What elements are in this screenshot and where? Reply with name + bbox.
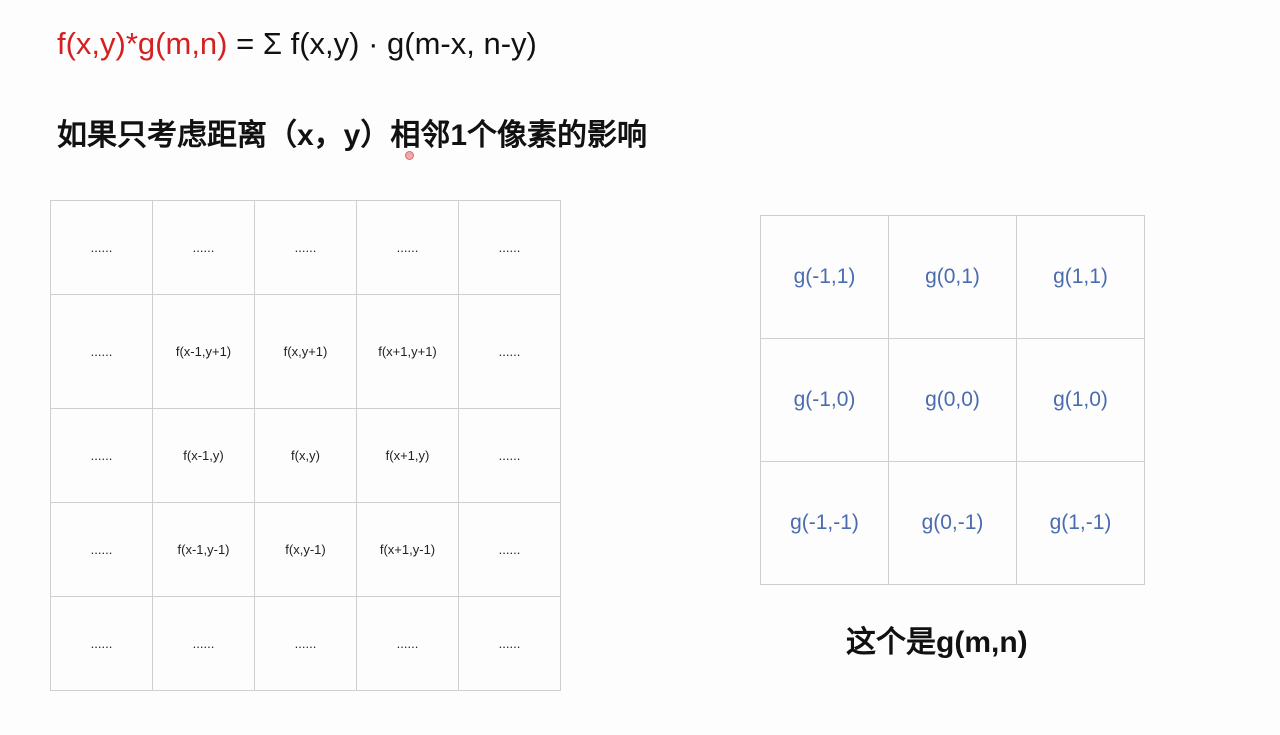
- g-kernel-grid: g(-1,1) g(0,1) g(1,1) g(-1,0) g(0,0) g(1,0) g(…: [760, 215, 1145, 585]
- grid-cell: g(0,0): [888, 338, 1017, 462]
- grid-cell: g(1,1): [1016, 215, 1145, 339]
- grid-cell: g(1,0): [1016, 338, 1145, 462]
- grid-cell: ......: [152, 596, 255, 691]
- grid-cell: ......: [50, 408, 153, 503]
- grid-cell: ......: [458, 200, 561, 295]
- convolution-formula: f(x,y)*g(m,n) = Σ f(x,y) · g(m-x, n-y): [57, 26, 537, 62]
- grid-cell: g(1,-1): [1016, 461, 1145, 585]
- subtitle: 如果只考虑距离（x，y）相邻1个像素的影响: [57, 119, 648, 152]
- grid-cell: ......: [254, 596, 357, 691]
- formula-lhs: f(x,y)*g(m,n): [57, 26, 228, 61]
- cursor-pointer-dot: [405, 151, 414, 160]
- grid-cell: ......: [458, 408, 561, 503]
- grid-cell: f(x-1,y-1): [152, 502, 255, 597]
- grid-cell: g(-1,1): [760, 215, 889, 339]
- grid-cell: f(x+1,y): [356, 408, 459, 503]
- grid-row: g(-1,1) g(0,1) g(1,1): [760, 215, 1145, 339]
- grid-cell: f(x+1,y+1): [356, 294, 459, 409]
- grid-row: ..............................: [50, 596, 561, 691]
- grid-cell: ......: [50, 596, 153, 691]
- grid-row: ...... f(x-1,y+1) f(x,y+1) f(x+1,y+1)......: [50, 294, 561, 409]
- grid-row: g(-1,-1) g(0,-1) g(1,-1): [760, 461, 1145, 585]
- grid-cell: f(x,y+1): [254, 294, 357, 409]
- grid-cell: g(0,1): [888, 215, 1017, 339]
- grid-cell: g(0,-1): [888, 461, 1017, 585]
- grid-cell: ......: [50, 294, 153, 409]
- f-pixel-grid: .................................... f(x-…: [50, 200, 561, 691]
- grid-cell: ......: [254, 200, 357, 295]
- grid-cell: f(x-1,y+1): [152, 294, 255, 409]
- grid-row: ...... f(x-1,y-1) f(x,y-1) f(x+1,y-1)......: [50, 502, 561, 597]
- grid-cell: ......: [50, 502, 153, 597]
- grid-row: ...... f(x-1,y) f(x,y) f(x+1,y)......: [50, 408, 561, 503]
- grid-cell: ......: [458, 502, 561, 597]
- grid-row: g(-1,0) g(0,0) g(1,0): [760, 338, 1145, 462]
- grid-cell: g(-1,0): [760, 338, 889, 462]
- grid-cell: ......: [50, 200, 153, 295]
- grid-cell: ......: [356, 596, 459, 691]
- formula-rhs: = Σ f(x,y) · g(m-x, n-y): [227, 26, 537, 61]
- kernel-caption: 这个是g(m,n): [846, 626, 1028, 659]
- grid-cell: g(-1,-1): [760, 461, 889, 585]
- grid-cell: f(x,y-1): [254, 502, 357, 597]
- grid-cell: ......: [152, 200, 255, 295]
- grid-row: ..............................: [50, 200, 561, 295]
- grid-cell: f(x-1,y): [152, 408, 255, 503]
- grid-cell: f(x,y): [254, 408, 357, 503]
- grid-cell: f(x+1,y-1): [356, 502, 459, 597]
- grid-cell: ......: [458, 596, 561, 691]
- grid-cell: ......: [458, 294, 561, 409]
- grid-cell: ......: [356, 200, 459, 295]
